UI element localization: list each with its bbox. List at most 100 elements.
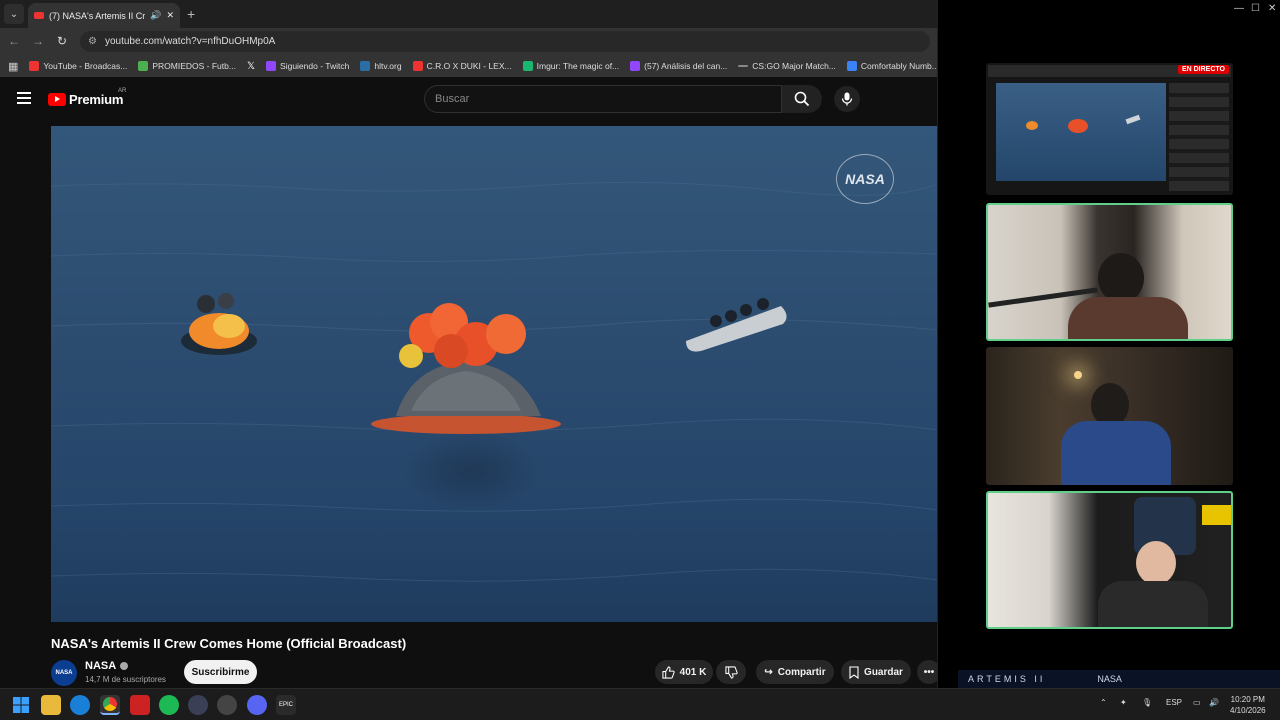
- bookmark-label: Imgur: The magic of...: [536, 61, 620, 71]
- youtube-logo[interactable]: Premium: [48, 92, 123, 107]
- bookmark-item[interactable]: hltv.org: [360, 61, 402, 71]
- chrome-icon[interactable]: [100, 695, 120, 715]
- dislike-button[interactable]: [716, 660, 746, 684]
- stream-screen-preview[interactable]: EN DIRECTO: [986, 63, 1233, 195]
- bookmark-item[interactable]: YouTube - Broadcas...: [29, 61, 127, 71]
- bookmark-favicon: [360, 61, 371, 71]
- live-badge: EN DIRECTO: [1177, 65, 1229, 74]
- bookmark-item[interactable]: Siguiendo - Twitch: [266, 61, 349, 71]
- speaker-icon[interactable]: 🔊: [150, 10, 161, 21]
- app-icon[interactable]: [188, 695, 208, 715]
- share-icon: ↪: [764, 666, 773, 678]
- voice-search-button[interactable]: [834, 86, 860, 112]
- bookmark-favicon: [738, 65, 749, 67]
- video-player[interactable]: NASA: [51, 126, 938, 622]
- microphone-icon: [841, 92, 853, 106]
- streamer-3-body: [1098, 581, 1208, 627]
- webcam-streamer-1[interactable]: [986, 203, 1233, 341]
- tray-chevron-icon[interactable]: ⌃: [1100, 698, 1107, 707]
- windows-taskbar: EPIC ⌃ ✦ 🎙 ESP ▭ 🔊 10:20 PM 4/10/2026: [0, 688, 1280, 720]
- apps-icon[interactable]: ▦: [8, 60, 18, 73]
- clock[interactable]: 10:20 PM 4/10/2026: [1230, 694, 1266, 716]
- video-title: NASA's Artemis II Crew Comes Home (Offic…: [51, 636, 407, 651]
- clock-time: 10:20 PM: [1230, 695, 1265, 704]
- like-count: 401 K: [679, 666, 707, 678]
- x-icon: 𝕏: [246, 60, 256, 72]
- channel-name-row[interactable]: NASA: [85, 660, 129, 672]
- share-button[interactable]: ↪ Compartir: [756, 660, 834, 684]
- wall-sign: [1202, 505, 1231, 525]
- start-icon[interactable]: [11, 695, 31, 715]
- bookmark-favicon: [138, 61, 149, 71]
- share-label: Compartir: [777, 666, 826, 678]
- youtube-favicon: [34, 12, 44, 19]
- thumbs-up-icon: [662, 665, 675, 679]
- tab-title: (7) NASA's Artemis II Crew Comes Home: [49, 10, 146, 21]
- bookmarks-bar: ▦ YouTube - Broadcas... PROMIEDOS - Futb…: [0, 55, 938, 77]
- region-code: AR: [118, 88, 127, 94]
- save-button[interactable]: Guardar: [841, 660, 911, 684]
- crew-raft-left: [181, 293, 257, 355]
- omnibox[interactable]: ⚙ youtube.com/watch?v=nfhDuOHMp0A: [80, 31, 930, 52]
- search-button[interactable]: [782, 85, 822, 113]
- youtube-header: Premium AR Buscar: [0, 77, 938, 123]
- bookmark-favicon: [29, 61, 40, 71]
- url-text: youtube.com/watch?v=nfhDuOHMp0A: [104, 36, 276, 47]
- bookmark-label: Comfortably Numb...: [860, 61, 938, 71]
- menu-icon[interactable]: [17, 92, 31, 104]
- bookmark-item[interactable]: Comfortably Numb...: [846, 61, 938, 71]
- bookmark-item[interactable]: (57) Análisis del can...: [630, 61, 727, 71]
- bookmark-item[interactable]: CS:GO Major Match...: [738, 61, 836, 71]
- search-placeholder: Buscar: [435, 93, 470, 105]
- bookmark-label: PROMIEDOS - Futb...: [152, 61, 236, 71]
- webcam-streamer-2[interactable]: [986, 347, 1233, 485]
- search-icon: [794, 91, 810, 107]
- edge-icon[interactable]: [70, 695, 90, 715]
- spotify-icon[interactable]: [159, 695, 179, 715]
- site-info-icon[interactable]: ⚙: [88, 36, 97, 47]
- more-icon: •••: [923, 666, 935, 678]
- new-tab-icon[interactable]: +: [187, 6, 195, 22]
- reload-icon[interactable]: ↻: [54, 33, 70, 49]
- bookmark-label: YouTube - Broadcas...: [43, 61, 128, 71]
- close-window-icon[interactable]: ✕: [1268, 3, 1276, 14]
- network-icon[interactable]: ▭: [1193, 698, 1201, 707]
- streamer-1-head: [1098, 253, 1144, 303]
- preview-sidebar: [1169, 83, 1229, 191]
- subscribe-button[interactable]: Suscribirme: [184, 660, 257, 684]
- channel-avatar[interactable]: NASA: [51, 660, 77, 686]
- bookmark-item[interactable]: Imgur: The magic of...: [522, 61, 620, 71]
- forward-icon[interactable]: →: [30, 33, 46, 49]
- language-indicator[interactable]: ESP: [1166, 698, 1182, 707]
- steam-icon[interactable]: [217, 695, 237, 715]
- tray-app-icon[interactable]: ✦: [1120, 698, 1127, 707]
- avatar-text: NASA: [55, 670, 73, 676]
- rescue-boat: [686, 298, 787, 352]
- minimize-icon[interactable]: —: [1234, 3, 1244, 14]
- epic-games-icon[interactable]: EPIC: [276, 695, 296, 715]
- maximize-icon[interactable]: ☐: [1251, 3, 1260, 14]
- bookmark-item[interactable]: 𝕏: [247, 61, 255, 72]
- file-explorer-icon[interactable]: [41, 695, 61, 715]
- discord-icon[interactable]: [247, 695, 267, 715]
- bookmark-favicon: [266, 61, 277, 71]
- streamer-1-body: [1068, 297, 1188, 339]
- webcam-streamer-3[interactable]: [986, 491, 1233, 629]
- browser-tab-strip: ⌄ (7) NASA's Artemis II Crew Comes Home …: [0, 0, 938, 28]
- back-icon[interactable]: ←: [6, 33, 22, 49]
- search-input[interactable]: Buscar: [424, 85, 782, 113]
- tab-close-icon[interactable]: ✕: [166, 10, 174, 21]
- bookmark-label: Siguiendo - Twitch: [280, 61, 350, 71]
- youtube-play-icon: [48, 93, 66, 106]
- channel-name: NASA: [85, 660, 117, 672]
- tab-search-icon[interactable]: ⌄: [4, 4, 24, 24]
- volume-icon[interactable]: 🔊: [1209, 698, 1219, 707]
- app-icon[interactable]: [130, 695, 150, 715]
- like-button[interactable]: 401 K: [655, 660, 713, 684]
- microphone-tray-icon[interactable]: 🎙: [1142, 698, 1152, 707]
- bookmark-item[interactable]: C.R.O X DUKI - LEX...: [412, 61, 512, 71]
- bookmark-label: hltv.org: [374, 61, 402, 71]
- browser-tab-active[interactable]: (7) NASA's Artemis II Crew Comes Home 🔊 …: [28, 3, 180, 28]
- save-label: Guardar: [864, 666, 903, 678]
- bookmark-item[interactable]: PROMIEDOS - Futb...: [138, 61, 236, 71]
